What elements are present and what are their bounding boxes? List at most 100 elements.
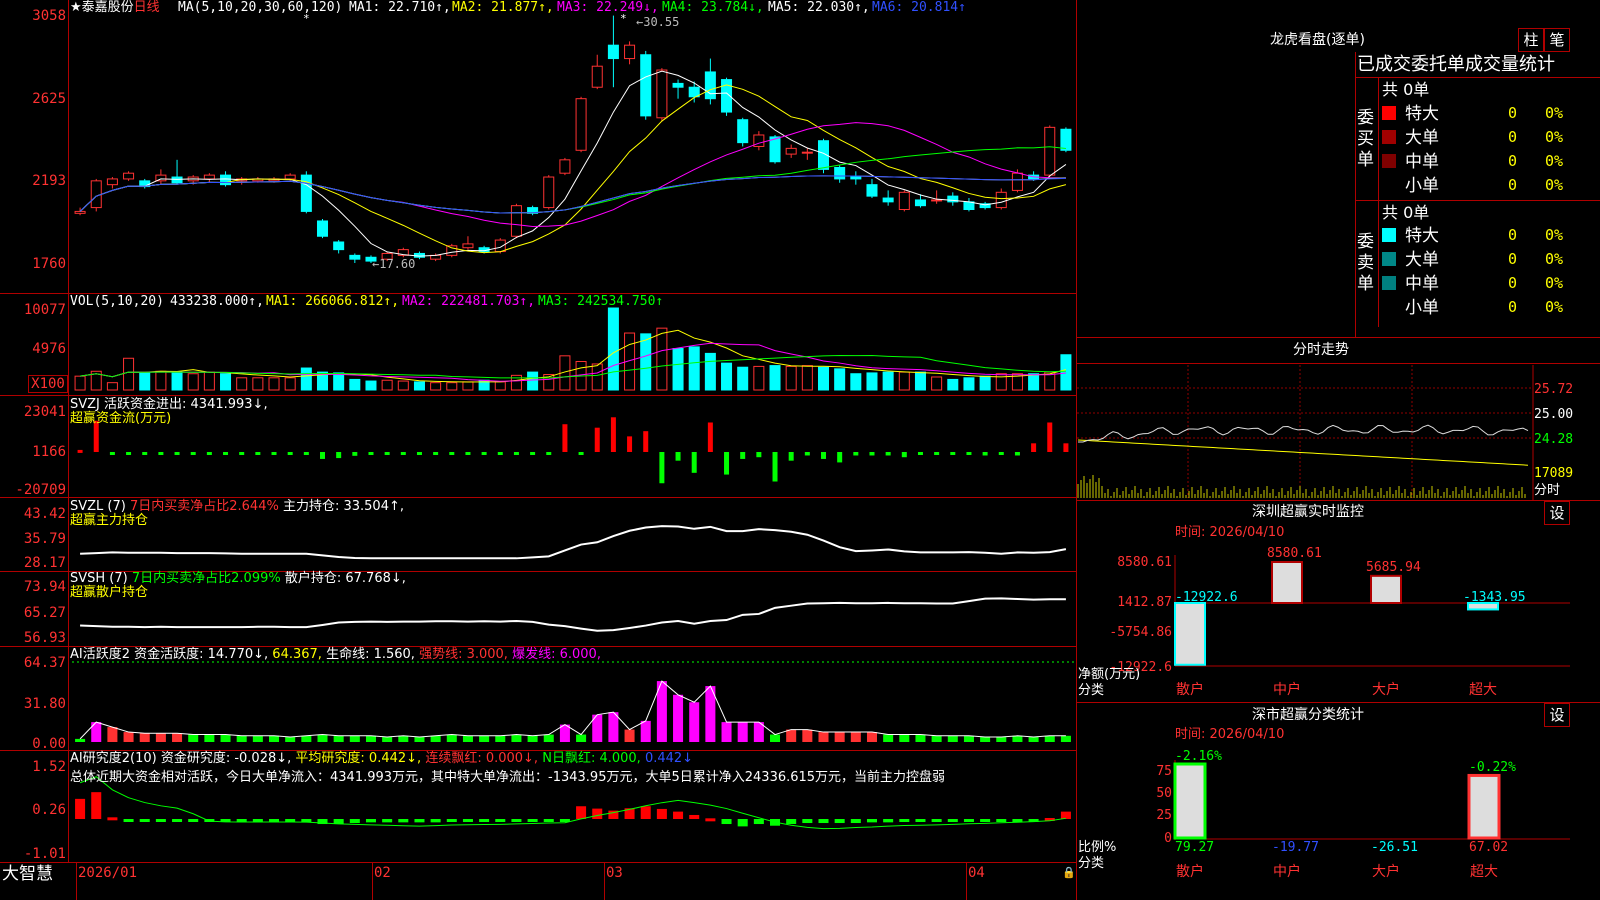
svzj-tick: 1166 bbox=[32, 444, 66, 460]
low-price-label: ←17.60 bbox=[372, 257, 416, 271]
activity-bar bbox=[349, 735, 360, 742]
research-bar bbox=[640, 806, 651, 819]
activity-bar bbox=[931, 735, 942, 742]
candle-body bbox=[1011, 172, 1023, 191]
order-percent: 0% bbox=[1545, 128, 1564, 146]
volume-bar bbox=[203, 371, 215, 391]
ma6-value: MA6: 20.814↑ bbox=[872, 0, 966, 15]
research-bar bbox=[543, 819, 554, 822]
monitor-bar-label: 8580.61 bbox=[1267, 546, 1322, 561]
svzl-tick: 43.42 bbox=[23, 506, 66, 522]
price-tick: 3058 bbox=[32, 8, 66, 24]
lock-icon[interactable]: 🔒 bbox=[1062, 866, 1076, 880]
research-bar bbox=[107, 817, 118, 821]
research-bar bbox=[139, 819, 150, 822]
money-flow-bar bbox=[869, 452, 875, 456]
candle-body bbox=[672, 82, 684, 88]
svzl-tick: 35.79 bbox=[23, 531, 66, 547]
activity-bar bbox=[915, 734, 926, 742]
volume-bar bbox=[300, 367, 312, 391]
volume-bar bbox=[914, 371, 926, 391]
candle-body bbox=[801, 151, 813, 154]
order-count: 0 bbox=[1508, 176, 1518, 194]
volume-bar bbox=[801, 365, 813, 391]
money-flow-bar bbox=[1063, 443, 1069, 452]
money-flow-bar bbox=[950, 452, 956, 455]
activity-bar bbox=[770, 734, 781, 742]
order-row: 大单 bbox=[1382, 128, 1439, 148]
intraday-title: 分时走势 bbox=[1293, 342, 1349, 358]
buy-side-label: 委买单 bbox=[1357, 108, 1374, 170]
svzj-tick: 23041 bbox=[23, 404, 66, 420]
color-swatch bbox=[1382, 106, 1396, 120]
order-count: 0 bbox=[1508, 298, 1518, 316]
research-bar bbox=[834, 819, 845, 824]
candle-body bbox=[220, 174, 232, 186]
classify-tick: 75 bbox=[1156, 764, 1172, 779]
money-flow-bar bbox=[158, 452, 164, 455]
candle-body bbox=[90, 180, 102, 209]
activity-bar bbox=[188, 734, 199, 742]
volume-bar bbox=[704, 352, 716, 391]
bar-mode-button[interactable]: 柱 bbox=[1518, 28, 1544, 52]
candle-body bbox=[866, 184, 878, 197]
sell-total: 共 0单 bbox=[1382, 203, 1430, 222]
volume-bar bbox=[672, 347, 684, 391]
research-bar bbox=[75, 798, 86, 819]
monitor-settings-button[interactable]: 设 bbox=[1544, 501, 1570, 525]
monitor-title: 深圳超赢实时监控 bbox=[1252, 504, 1364, 520]
intraday-tick: 24.28 bbox=[1534, 432, 1574, 447]
activity-bar bbox=[866, 732, 877, 742]
color-swatch bbox=[1382, 228, 1396, 242]
candle-body bbox=[624, 44, 636, 60]
order-count: 0 bbox=[1508, 128, 1518, 146]
activity-bar bbox=[236, 735, 247, 742]
activity-bar bbox=[446, 734, 457, 742]
classify-category: 中户 bbox=[1273, 864, 1301, 880]
volume-bar bbox=[446, 382, 458, 391]
ai-activity-tick: 31.80 bbox=[23, 696, 66, 712]
order-type: 大单 bbox=[1405, 128, 1439, 148]
volume-bar bbox=[656, 327, 668, 391]
volume-bar bbox=[769, 365, 781, 391]
ma1-value: MA1: 22.710↑, bbox=[349, 0, 451, 15]
activity-bar bbox=[721, 722, 732, 742]
order-type: 中单 bbox=[1405, 152, 1439, 172]
monitor-tick: 8580.61 bbox=[1117, 555, 1172, 570]
activity-bar bbox=[252, 735, 263, 742]
volume-bar bbox=[413, 381, 425, 391]
volume-bar bbox=[430, 382, 442, 391]
tick-mode-button[interactable]: 笔 bbox=[1544, 28, 1570, 52]
money-flow-bar bbox=[740, 452, 746, 459]
buy-total: 共 0单 bbox=[1382, 80, 1430, 99]
monitor-bar bbox=[1174, 602, 1206, 666]
svsh-header: SVSH (7) 7日内买卖净占比2.099% 散户持仓: 67.768↓, bbox=[70, 571, 406, 586]
intraday-chart[interactable] bbox=[1077, 363, 1533, 500]
price-tick: 1760 bbox=[32, 256, 66, 272]
vol-spec: VOL(5,10,20) bbox=[70, 294, 164, 309]
activity-bar bbox=[123, 732, 134, 742]
activity-bar bbox=[382, 737, 393, 742]
monitor-bar-label: -1343.95 bbox=[1463, 590, 1526, 605]
activity-bar bbox=[398, 735, 409, 742]
color-swatch bbox=[1382, 276, 1396, 290]
volume-bar bbox=[898, 371, 910, 391]
money-flow-bar bbox=[917, 452, 923, 455]
volume-bar bbox=[785, 365, 797, 391]
money-flow-bar bbox=[497, 452, 503, 455]
money-flow-bar bbox=[1047, 422, 1053, 452]
vol-unit-badge: X100 bbox=[28, 375, 68, 393]
color-swatch bbox=[1382, 154, 1396, 168]
ai-activity-tick: 0.00 bbox=[32, 736, 66, 752]
stock-name-label: ★泰嘉股份日线 bbox=[70, 0, 160, 15]
activity-bar bbox=[511, 734, 522, 742]
money-flow-bar bbox=[320, 452, 325, 459]
sell-side-label: 委卖单 bbox=[1357, 232, 1374, 294]
research-bar bbox=[980, 819, 991, 822]
vol-ma3: MA3: 242534.750↑ bbox=[538, 294, 664, 309]
volume-bar bbox=[381, 379, 393, 391]
classify-tick: 25 bbox=[1156, 808, 1172, 823]
classify-xlabel: 分类 bbox=[1078, 856, 1105, 871]
classify-settings-button[interactable]: 设 bbox=[1544, 703, 1570, 727]
money-flow-bar bbox=[465, 452, 471, 455]
